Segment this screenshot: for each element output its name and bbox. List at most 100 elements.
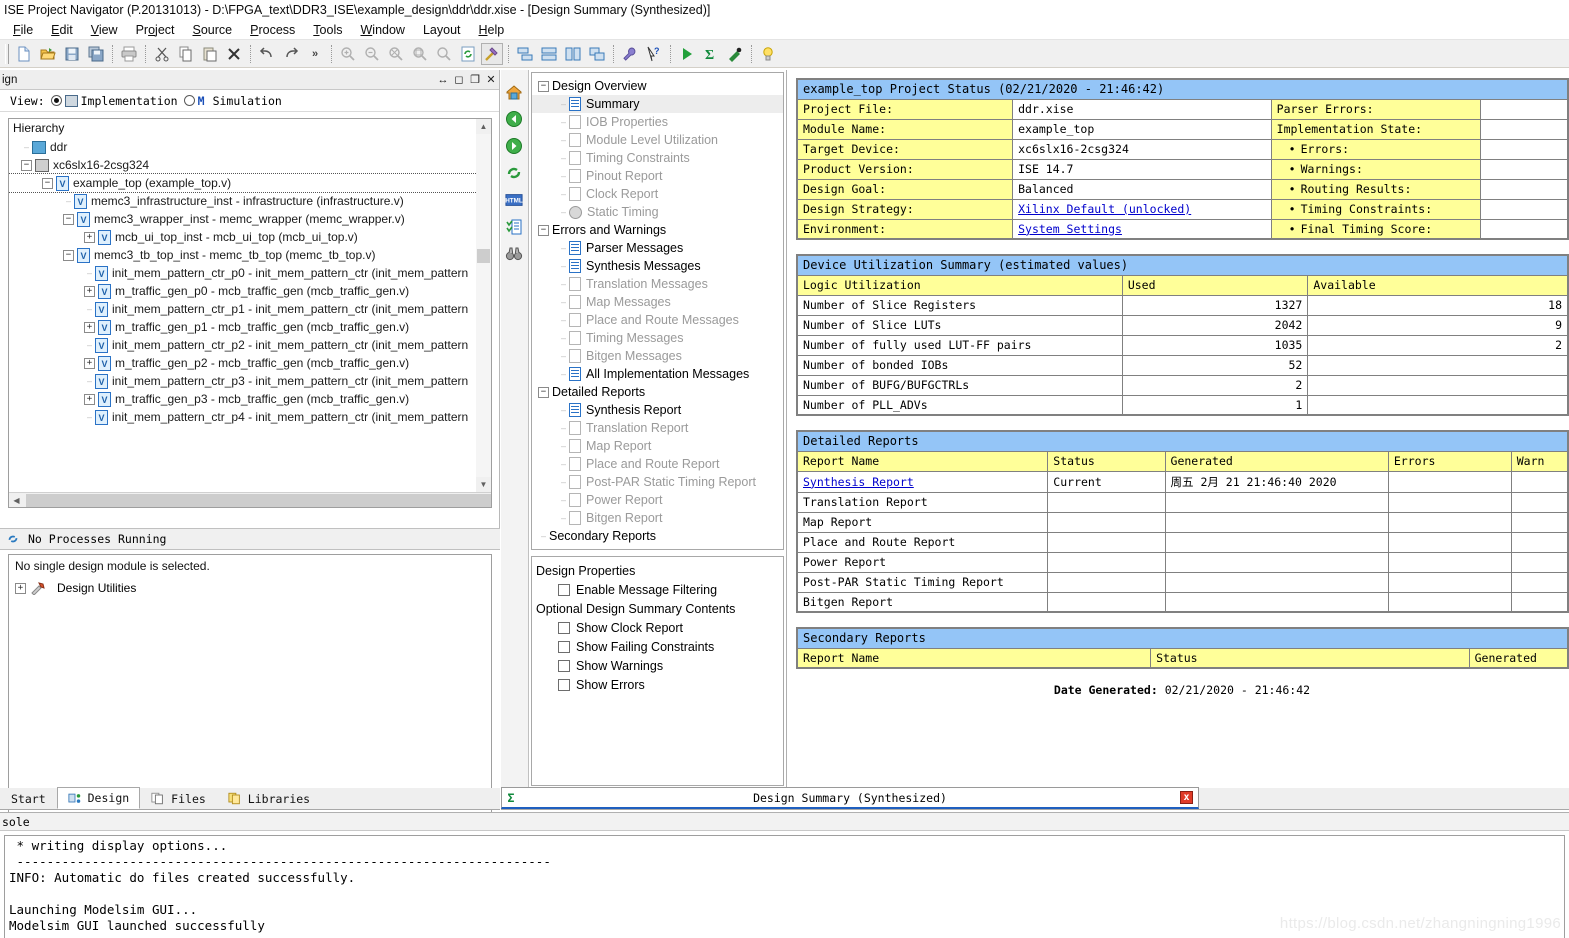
expander-plus-icon[interactable]: + [15, 582, 26, 594]
copy-icon[interactable] [175, 43, 197, 65]
redo-icon[interactable] [280, 43, 302, 65]
menu-item-tools[interactable]: Tools [304, 20, 351, 40]
menu-item-edit[interactable]: Edit [42, 20, 82, 40]
hierarchy-node[interactable]: – Vinit_mem_pattern_ctr_p1 - init_mem_pat… [9, 300, 491, 318]
home-icon[interactable] [501, 78, 527, 105]
overview-node-timing-constraints[interactable]: – Timing Constraints [532, 149, 783, 167]
menu-item-file[interactable]: File [4, 20, 42, 40]
overview-node-place-and-route-messages[interactable]: – Place and Route Messages [532, 311, 783, 329]
implement-hammer-icon[interactable] [481, 42, 503, 65]
report-name[interactable]: Synthesis Report [796, 470, 1049, 493]
refresh-icon[interactable] [457, 43, 479, 65]
tab-libraries[interactable]: Libraries [217, 788, 321, 809]
binoculars-icon[interactable] [501, 240, 527, 267]
overview-node-bitgen-messages[interactable]: – Bitgen Messages [532, 347, 783, 365]
hierarchy-node[interactable]: – Vinit_mem_pattern_ctr_p4 - init_mem_pat… [9, 408, 491, 426]
lightbulb-icon[interactable] [757, 43, 779, 65]
checkbox-icon[interactable] [558, 678, 570, 691]
zoom-area-icon[interactable] [433, 43, 455, 65]
hierarchy-node[interactable]: + Vm_traffic_gen_p1 - mcb_traffic_gen (mc… [9, 318, 491, 336]
menu-item-project[interactable]: Project [127, 20, 184, 40]
new-file-icon[interactable] [13, 43, 35, 65]
status-value[interactable]: Xilinx Default (unlocked) [1012, 198, 1272, 220]
zoom-fit-icon[interactable] [385, 43, 407, 65]
undo-icon[interactable] [256, 43, 278, 65]
float-icon[interactable]: ❐ [467, 72, 483, 88]
expander-plus-icon[interactable]: + [84, 321, 95, 333]
print-icon[interactable] [118, 43, 140, 65]
expander-plus-icon[interactable]: + [84, 393, 95, 405]
overview-node-synthesis-report[interactable]: – Synthesis Report [532, 401, 783, 419]
overview-node-design-overview[interactable]: − Design Overview [532, 77, 783, 95]
hierarchy-node[interactable]: − Vexample_top (example_top.v) [9, 173, 491, 193]
overview-node-secondary-reports[interactable]: – Secondary Reports [532, 527, 783, 545]
hierarchy-node[interactable]: − xc6slx16-2csg324 [9, 156, 491, 174]
expander-minus-icon[interactable]: − [538, 80, 549, 92]
design-summary-sigma-icon[interactable]: Σ [700, 43, 722, 65]
menu-item-source[interactable]: Source [184, 20, 242, 40]
whats-this-help-icon[interactable]: ? [643, 43, 665, 65]
checkbox-enable-message-filtering[interactable]: Enable Message Filtering [536, 580, 783, 599]
horizontal-scroll-thumb[interactable] [26, 493, 491, 507]
expander-plus-icon[interactable]: + [84, 231, 95, 243]
overview-node-all-implementation-messages[interactable]: – All Implementation Messages [532, 365, 783, 383]
menu-item-process[interactable]: Process [241, 20, 304, 40]
new-window-icon[interactable] [562, 43, 584, 65]
overview-node-iob-properties[interactable]: – IOB Properties [532, 113, 783, 131]
menu-item-layout[interactable]: Layout [414, 20, 470, 40]
checkbox-icon[interactable] [558, 640, 570, 653]
toolbar-grip[interactable] [5, 43, 9, 64]
expander-minus-icon[interactable]: − [21, 159, 32, 171]
save-all-icon[interactable] [85, 43, 107, 65]
checkbox-show-clock-report[interactable]: Show Clock Report [536, 618, 783, 637]
overview-node-map-report[interactable]: – Map Report [532, 437, 783, 455]
overview-node-post-par-static-timing-report[interactable]: – Post-PAR Static Timing Report [532, 473, 783, 491]
checkbox-icon[interactable] [558, 621, 570, 634]
view-radio-implementation[interactable] [50, 95, 62, 106]
overview-node-synthesis-messages[interactable]: – Synthesis Messages [532, 257, 783, 275]
overview-node-clock-report[interactable]: – Clock Report [532, 185, 783, 203]
maximize-icon[interactable]: ◻ [451, 72, 467, 88]
hierarchy-tree[interactable]: – ddr − xc6slx16-2csg324− Vexample_top (exam… [9, 138, 491, 426]
zoom-selection-icon[interactable] [409, 43, 431, 65]
delete-icon[interactable] [223, 43, 245, 65]
overview-node-timing-messages[interactable]: – Timing Messages [532, 329, 783, 347]
report-name-link[interactable]: Synthesis Report [803, 475, 914, 489]
overview-node-summary[interactable]: – Summary [532, 95, 783, 113]
horizontal-scroll-track[interactable] [24, 492, 491, 507]
checkbox-show-failing-constraints[interactable]: Show Failing Constraints [536, 637, 783, 656]
checkbox-icon[interactable] [558, 583, 570, 596]
tab-files[interactable]: Files [140, 788, 217, 809]
checkbox-show-warnings[interactable]: Show Warnings [536, 656, 783, 675]
zoom-in-icon[interactable] [337, 43, 359, 65]
hierarchy-node[interactable]: + Vm_traffic_gen_p0 - mcb_traffic_gen (mc… [9, 282, 491, 300]
expander-plus-icon[interactable]: + [84, 285, 95, 297]
status-value[interactable]: System Settings [1012, 218, 1272, 240]
overview-node-map-messages[interactable]: – Map Messages [532, 293, 783, 311]
status-value-link[interactable]: System Settings [1018, 222, 1122, 236]
cascade-icon[interactable] [586, 43, 608, 65]
overview-node-parser-messages[interactable]: – Parser Messages [532, 239, 783, 257]
checkbox-show-errors[interactable]: Show Errors [536, 675, 783, 694]
hierarchy-node[interactable]: − Vmemc3_wrapper_inst - memc_wrapper (mem… [9, 210, 491, 228]
hierarchy-node[interactable]: – Vinit_mem_pattern_ctr_p0 - init_mem_pat… [9, 264, 491, 282]
overview-node-bitgen-report[interactable]: – Bitgen Report [532, 509, 783, 527]
tile-vertically-icon[interactable] [538, 43, 560, 65]
view-option-implementation-label[interactable]: Implementation [81, 94, 178, 108]
menu-item-window[interactable]: Window [351, 20, 413, 40]
expander-minus-icon[interactable]: − [538, 386, 549, 398]
overview-node-module-level-utilization[interactable]: – Module Level Utilization [532, 131, 783, 149]
resize-icon[interactable]: ↔ [435, 72, 451, 88]
close-icon[interactable]: x [1180, 791, 1193, 804]
hierarchy-node[interactable]: + Vm_traffic_gen_p2 - mcb_traffic_gen (mc… [9, 354, 491, 372]
cut-icon[interactable] [151, 43, 173, 65]
process-item-design-utilities[interactable]: + Design Utilities [15, 579, 485, 597]
back-arrow-icon[interactable] [501, 105, 527, 132]
tile-horizontally-icon[interactable] [514, 43, 536, 65]
options-wrench-icon[interactable] [619, 43, 641, 65]
expander-minus-icon[interactable]: − [63, 213, 74, 225]
forward-arrow-icon[interactable] [501, 132, 527, 159]
design-overview-tree[interactable]: − Design Overview – Summary – IOB Properties –… [531, 72, 784, 550]
expander-minus-icon[interactable]: − [538, 224, 549, 236]
hierarchy-vertical-scrollbar[interactable]: ▲ ▼ [476, 119, 491, 492]
